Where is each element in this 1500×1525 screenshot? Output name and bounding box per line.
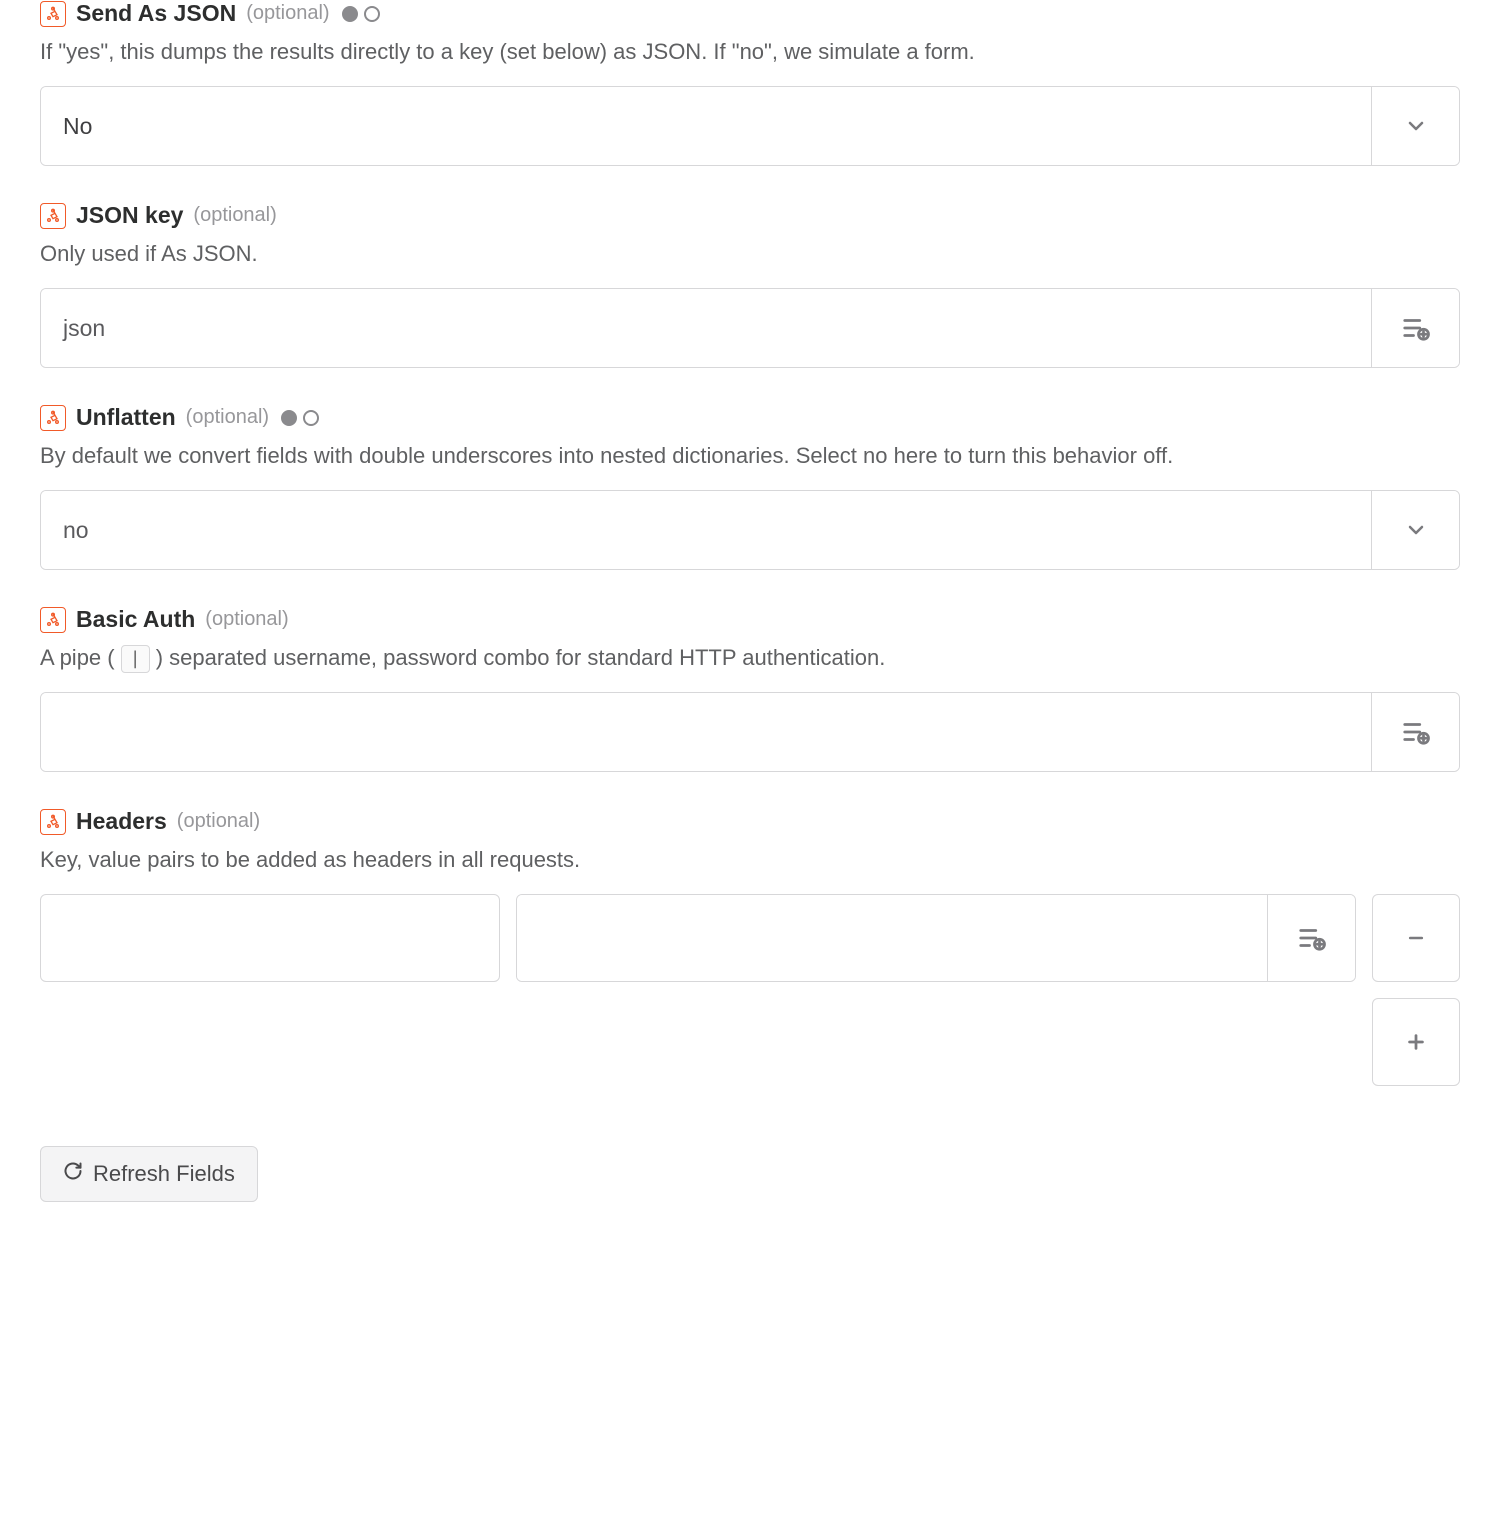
field-label: Headers xyxy=(76,808,167,835)
input-value: json xyxy=(41,289,1371,367)
field-json-key: JSON key (optional) Only used if As JSON… xyxy=(40,202,1460,368)
chevron-down-icon xyxy=(1371,87,1459,165)
desc-pre: A pipe ( xyxy=(40,645,115,670)
field-label: JSON key xyxy=(76,202,183,229)
refresh-icon xyxy=(63,1161,83,1187)
pipe-char: | xyxy=(121,645,150,672)
optional-tag: (optional) xyxy=(205,608,288,631)
input-value xyxy=(41,693,1371,771)
insert-data-button[interactable] xyxy=(1267,895,1355,981)
field-description: By default we convert fields with double… xyxy=(40,439,1460,472)
field-description: Key, value pairs to be added as headers … xyxy=(40,843,1460,876)
radio-toggle[interactable] xyxy=(281,410,319,426)
insert-data-button[interactable] xyxy=(1371,693,1459,771)
field-label: Send As JSON xyxy=(76,0,236,27)
select-unflatten[interactable]: no xyxy=(40,490,1460,570)
add-row-wrap xyxy=(40,998,1460,1086)
field-unflatten: Unflatten (optional) By default we conve… xyxy=(40,404,1460,570)
optional-tag: (optional) xyxy=(177,810,260,833)
insert-data-button[interactable] xyxy=(1371,289,1459,367)
radio-on-icon xyxy=(342,6,358,22)
remove-row-button[interactable] xyxy=(1372,894,1460,982)
field-header: JSON key (optional) xyxy=(40,202,1460,229)
refresh-fields-button[interactable]: Refresh Fields xyxy=(40,1146,258,1202)
input-basic-auth[interactable] xyxy=(40,692,1460,772)
field-header: Basic Auth (optional) xyxy=(40,606,1460,633)
refresh-label: Refresh Fields xyxy=(93,1161,235,1187)
webhook-icon xyxy=(40,203,66,229)
select-send-as-json[interactable]: No xyxy=(40,86,1460,166)
radio-on-icon xyxy=(281,410,297,426)
input-json-key[interactable]: json xyxy=(40,288,1460,368)
field-description: If "yes", this dumps the results directl… xyxy=(40,35,1460,68)
select-value: No xyxy=(41,87,1371,165)
field-description: A pipe ( | ) separated username, passwor… xyxy=(40,641,1460,674)
field-header: Unflatten (optional) xyxy=(40,404,1460,431)
input-value xyxy=(517,895,1267,981)
webhook-icon xyxy=(40,1,66,27)
optional-tag: (optional) xyxy=(193,204,276,227)
field-headers: Headers (optional) Key, value pairs to b… xyxy=(40,808,1460,1086)
field-header: Send As JSON (optional) xyxy=(40,0,1460,27)
optional-tag: (optional) xyxy=(246,2,329,25)
header-key-input[interactable] xyxy=(40,894,500,982)
field-basic-auth: Basic Auth (optional) A pipe ( | ) separ… xyxy=(40,606,1460,772)
optional-tag: (optional) xyxy=(186,406,269,429)
header-value-input[interactable] xyxy=(516,894,1356,982)
field-header: Headers (optional) xyxy=(40,808,1460,835)
select-value: no xyxy=(41,491,1371,569)
webhook-icon xyxy=(40,607,66,633)
desc-post: ) separated username, password combo for… xyxy=(156,645,886,670)
field-send-as-json: Send As JSON (optional) If "yes", this d… xyxy=(40,0,1460,166)
field-label: Unflatten xyxy=(76,404,176,431)
add-row-button[interactable] xyxy=(1372,998,1460,1086)
header-row xyxy=(40,894,1460,982)
field-label: Basic Auth xyxy=(76,606,195,633)
field-description: Only used if As JSON. xyxy=(40,237,1460,270)
chevron-down-icon xyxy=(1371,491,1459,569)
radio-toggle[interactable] xyxy=(342,6,380,22)
radio-off-icon xyxy=(303,410,319,426)
webhook-icon xyxy=(40,809,66,835)
radio-off-icon xyxy=(364,6,380,22)
webhook-icon xyxy=(40,405,66,431)
